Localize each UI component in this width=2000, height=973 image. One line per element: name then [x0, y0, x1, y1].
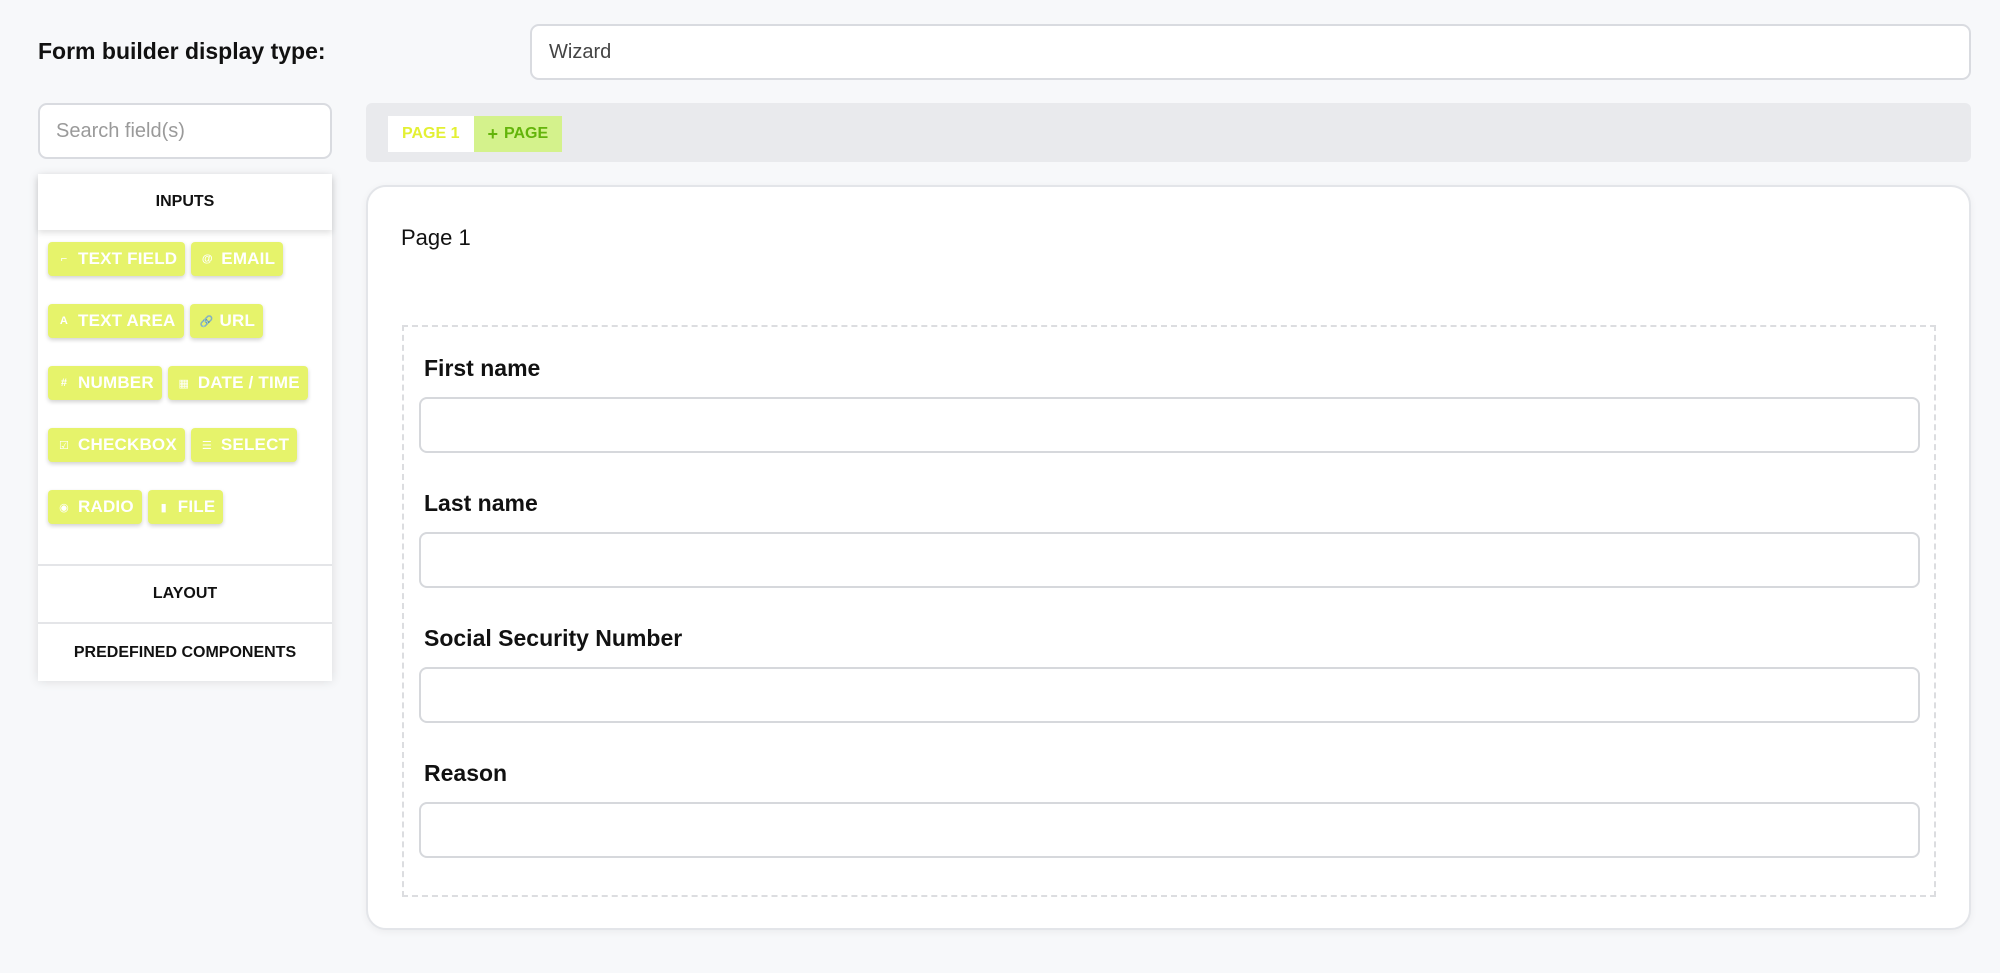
component-text-field[interactable]: ⌐ TEXT FIELD — [48, 242, 186, 276]
component-select[interactable]: ☰ SELECT — [190, 428, 298, 462]
display-type-value: Wizard — [549, 40, 612, 63]
component-label: FILE — [177, 497, 216, 516]
component-label: CHECKBOX — [78, 435, 177, 454]
predefined-components-section-header[interactable]: PREDEFINED COMPONENTS — [38, 624, 332, 681]
display-type-select[interactable]: Wizard — [530, 24, 1971, 80]
component-radio[interactable]: ◉ RADIO — [48, 490, 142, 524]
component-row: ◉ RADIO ▮ FILE — [48, 490, 322, 524]
reason-label: Reason — [424, 760, 508, 786]
component-label: RADIO — [78, 497, 134, 516]
add-page-button[interactable]: + PAGE — [473, 116, 563, 152]
component-label: SELECT — [220, 435, 290, 454]
page-panel: Page 1 First name Last name Social Secur… — [366, 185, 1971, 930]
component-label: EMAIL — [221, 249, 276, 268]
add-page-label: PAGE — [504, 125, 549, 142]
component-date-time[interactable]: ▦ DATE / TIME — [167, 366, 308, 400]
tab-page-1[interactable]: PAGE 1 — [388, 116, 474, 152]
last-name-input[interactable] — [419, 532, 1920, 588]
component-checkbox[interactable]: ☑ CHECKBOX — [48, 428, 185, 462]
component-label: URL — [219, 311, 256, 330]
wizard-pages-tabs: PAGE 1 + PAGE — [366, 103, 1971, 162]
component-label: TEXT FIELD — [78, 249, 178, 268]
inputs-components: ⌐ TEXT FIELD @ EMAIL A TEXT AREA 🔗 URL #… — [38, 230, 332, 564]
component-row: ☑ CHECKBOX ☰ SELECT — [48, 428, 322, 462]
ssn-input[interactable] — [419, 667, 1920, 723]
component-sidebar: INPUTS ⌐ TEXT FIELD @ EMAIL A TEXT AREA … — [38, 174, 332, 681]
check-square-icon: ☑ — [58, 439, 70, 452]
last-name-label: Last name — [424, 490, 538, 516]
link-icon: 🔗 — [199, 315, 214, 328]
plus-icon: + — [487, 124, 499, 144]
component-row: ⌐ TEXT FIELD @ EMAIL — [48, 242, 322, 276]
hashtag-icon: # — [60, 377, 68, 389]
component-row: # NUMBER ▦ DATE / TIME — [48, 366, 322, 400]
component-email[interactable]: @ EMAIL — [191, 242, 284, 276]
dot-circle-icon: ◉ — [59, 501, 69, 514]
component-text-area[interactable]: A TEXT AREA — [48, 304, 184, 338]
ssn-label: Social Security Number — [424, 625, 683, 651]
component-label: DATE / TIME — [197, 373, 300, 392]
file-icon: ▮ — [160, 501, 167, 514]
layout-section-header[interactable]: LAYOUT — [38, 566, 332, 622]
component-label: TEXT AREA — [78, 311, 176, 330]
page-title: Page 1 — [401, 225, 471, 250]
list-icon: ☰ — [201, 439, 212, 452]
display-type-label: Form builder display type: — [38, 38, 326, 64]
at-icon: @ — [201, 253, 213, 265]
component-row: A TEXT AREA 🔗 URL — [48, 304, 322, 338]
component-label: NUMBER — [78, 373, 154, 392]
inputs-section-header[interactable]: INPUTS — [38, 174, 332, 230]
first-name-label: First name — [424, 355, 541, 381]
reason-input[interactable] — [419, 802, 1920, 858]
first-name-input[interactable] — [419, 397, 1920, 453]
component-number[interactable]: # NUMBER — [48, 366, 162, 400]
font-icon: A — [59, 315, 69, 327]
calendar-icon: ▦ — [178, 377, 190, 390]
component-file[interactable]: ▮ FILE — [147, 490, 224, 524]
form-drop-zone[interactable]: First name Last name Social Security Num… — [402, 325, 1936, 897]
component-url[interactable]: 🔗 URL — [189, 304, 264, 338]
text-field-icon: ⌐ — [60, 253, 68, 265]
search-fields-input[interactable] — [38, 103, 332, 159]
